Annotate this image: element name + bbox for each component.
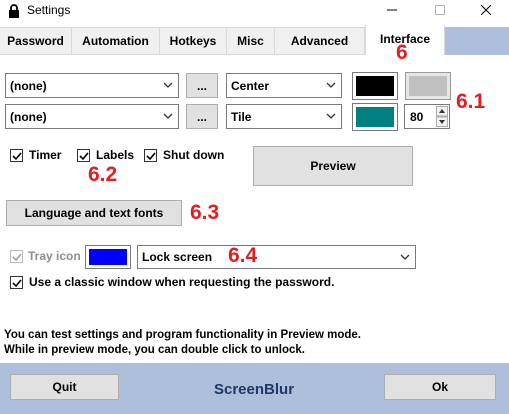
position-value-2: Tile	[231, 109, 252, 124]
background-image-value-1: (none)	[10, 78, 47, 93]
chevron-down-icon	[326, 110, 336, 120]
info-line-1: You can test settings and program functi…	[4, 329, 361, 341]
annotation-tab: 6	[396, 41, 408, 64]
quit-button[interactable]: Quit	[10, 374, 119, 400]
browse-button-2[interactable]: ...	[186, 104, 218, 129]
color-swatch-gray[interactable]	[405, 72, 451, 100]
color-fill-gray	[409, 76, 447, 96]
spinner-arrows-icon[interactable]	[436, 106, 448, 127]
minimize-button[interactable]	[369, 0, 415, 22]
chevron-down-icon	[326, 79, 336, 89]
background-image-select-2[interactable]: (none)	[5, 104, 179, 129]
position-select-2[interactable]: Tile	[226, 104, 342, 129]
labels-checkbox[interactable]	[77, 149, 90, 162]
annotation-language: 6.3	[190, 201, 220, 224]
classic-window-label: Use a classic window when requesting the…	[29, 275, 335, 289]
app-name: ScreenBlur	[214, 381, 295, 398]
color-swatch-teal[interactable]	[352, 103, 398, 131]
labels-label: Labels	[96, 148, 135, 162]
shutdown-label: Shut down	[163, 148, 225, 162]
tab-strip-remainder	[445, 27, 509, 55]
minimize-icon	[387, 4, 397, 18]
window-title: Settings	[27, 3, 71, 17]
browse-button-1[interactable]: ...	[186, 73, 218, 98]
language-fonts-button[interactable]: Language and text fonts	[6, 200, 182, 226]
color-fill-black	[356, 76, 394, 96]
maximize-button[interactable]	[417, 0, 463, 22]
background-image-value-2: (none)	[10, 109, 47, 124]
tray-action-select[interactable]: Lock screen	[137, 245, 416, 269]
opacity-value: 80	[410, 110, 424, 124]
preview-button[interactable]: Preview	[253, 146, 413, 186]
chevron-down-icon	[163, 79, 173, 89]
color-fill-teal	[356, 107, 394, 127]
tab-misc[interactable]: Misc	[227, 27, 275, 55]
chevron-down-icon	[163, 110, 173, 120]
annotation-checkboxes: 6.2	[88, 163, 118, 186]
close-button[interactable]	[463, 0, 509, 22]
opacity-spinner[interactable]: 80	[404, 104, 450, 129]
tray-action-value: Lock screen	[142, 250, 213, 264]
background-image-select-1[interactable]: (none)	[5, 73, 179, 98]
tab-advanced[interactable]: Advanced	[275, 27, 365, 55]
chevron-down-icon	[400, 251, 410, 261]
timer-checkbox[interactable]	[10, 149, 23, 162]
position-value-1: Center	[231, 78, 270, 93]
position-select-1[interactable]: Center	[226, 73, 342, 98]
tray-icon-checkbox[interactable]	[10, 250, 23, 263]
close-icon	[480, 4, 492, 18]
classic-window-checkbox[interactable]	[10, 276, 23, 289]
tab-hotkeys[interactable]: Hotkeys	[160, 27, 227, 55]
tab-password[interactable]: Password	[0, 27, 72, 55]
lock-icon	[7, 4, 21, 18]
tab-automation[interactable]: Automation	[72, 27, 160, 55]
color-swatch-black[interactable]	[352, 72, 398, 100]
tray-color-swatch[interactable]	[85, 245, 131, 269]
tray-icon-label: Tray icon	[28, 249, 81, 263]
info-line-2: While in preview mode, you can double cl…	[4, 344, 305, 356]
shutdown-checkbox[interactable]	[144, 149, 157, 162]
tray-color-fill	[89, 249, 127, 265]
ok-button[interactable]: Ok	[384, 374, 496, 400]
timer-label: Timer	[29, 148, 62, 162]
annotation-tray: 6.4	[228, 244, 258, 267]
annotation-colors: 6.1	[456, 90, 486, 113]
maximize-icon	[435, 4, 445, 18]
